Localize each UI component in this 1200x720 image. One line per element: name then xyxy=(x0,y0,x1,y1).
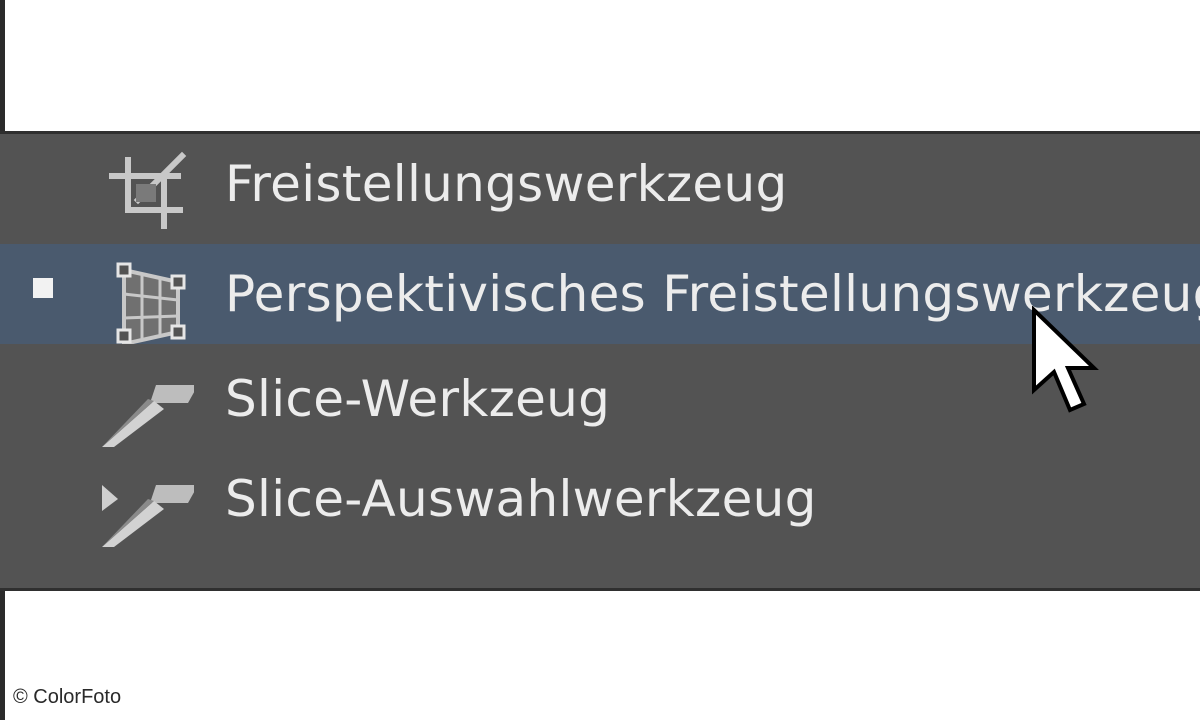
copyright-watermark: © ColorFoto xyxy=(13,686,122,708)
slice-icon xyxy=(102,385,194,447)
crop-icon xyxy=(109,151,187,229)
tool-flyout-menu: Freistellungswerkzeug Perspektivisches F… xyxy=(0,131,1200,591)
perspective-crop-icon xyxy=(116,262,186,344)
menu-item-crop-tool[interactable]: Freistellungswerkzeug xyxy=(0,134,1200,234)
menu-item-slice-select-tool[interactable]: Slice-Auswahlwerkzeug xyxy=(0,449,1200,549)
menu-item-perspective-crop-tool[interactable]: Perspektivisches Freistellungswerkzeug xyxy=(0,244,1200,344)
slice-select-icon xyxy=(102,485,194,547)
menu-item-label: Slice-Werkzeug xyxy=(225,370,611,428)
menu-item-slice-tool[interactable]: Slice-Werkzeug xyxy=(0,349,1200,449)
selected-tool-indicator xyxy=(33,278,53,298)
mouse-pointer-icon xyxy=(1032,306,1099,413)
menu-item-label: Slice-Auswahlwerkzeug xyxy=(225,470,817,528)
menu-item-label: Freistellungswerkzeug xyxy=(225,155,788,213)
